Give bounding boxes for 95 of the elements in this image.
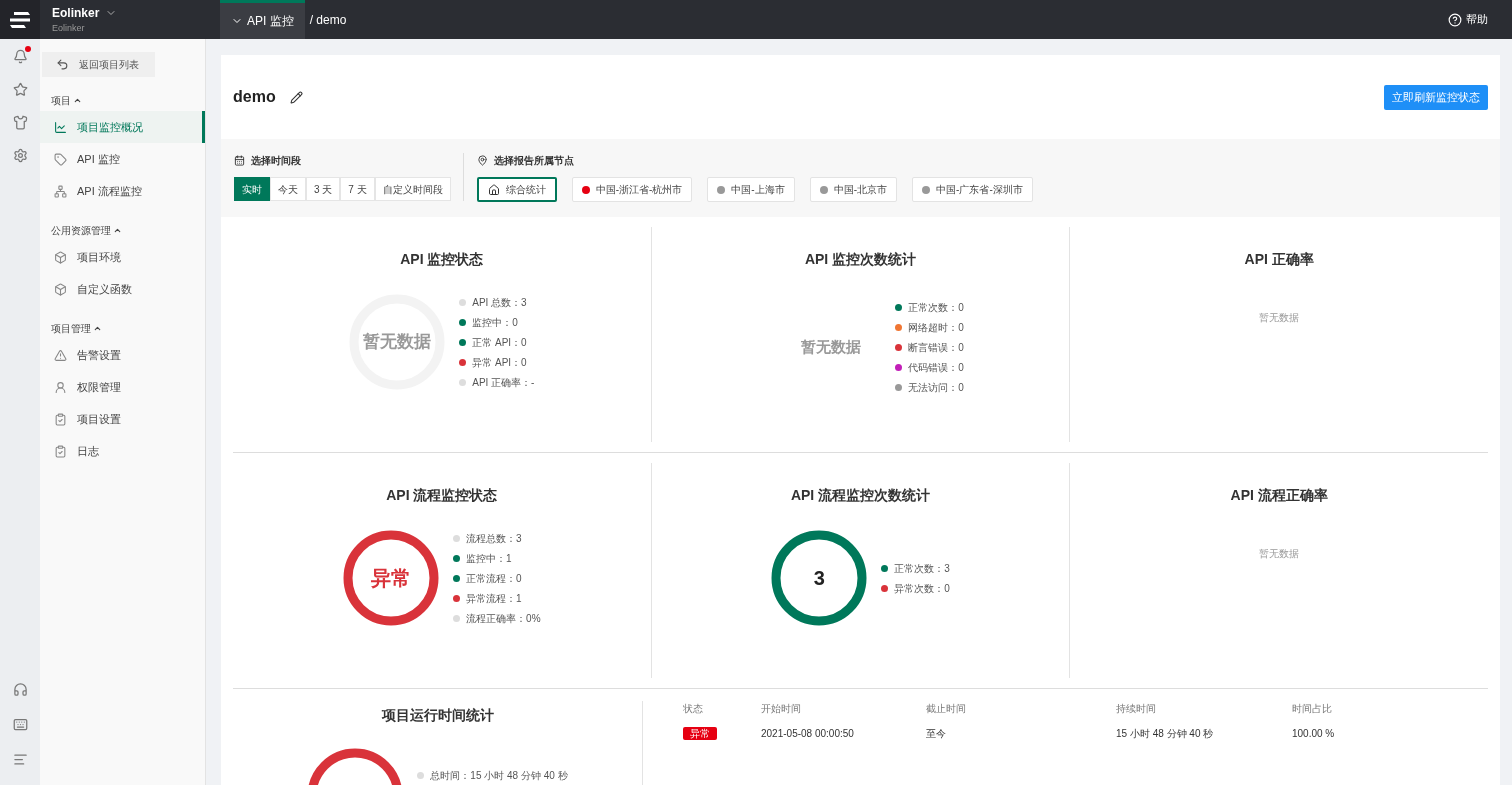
legend-label: 正常次数：0 (908, 301, 964, 315)
legend-label: 正常次数：3 (894, 561, 950, 576)
legend-label: 监控中：0 (472, 315, 518, 330)
sidebar-item[interactable]: 项目设置 (40, 403, 205, 435)
user-icon (54, 380, 67, 394)
panel-title: 项目运行时间统计 (381, 706, 494, 725)
legend-label: API 总数：3 (472, 295, 527, 310)
cube-icon (54, 250, 67, 264)
undo-icon (56, 58, 69, 71)
keyboard-icon[interactable] (12, 717, 28, 732)
clipboard-icon (54, 412, 67, 426)
time-range-tab[interactable]: 7 天 (340, 177, 375, 201)
panel-title: API 流程监控次数统计 (790, 486, 931, 505)
logo-icon (8, 10, 32, 29)
panel-title: API 监控次数统计 (804, 250, 917, 269)
column-header: 持续时间 (1116, 702, 1157, 716)
column-header: 时间占比 (1292, 702, 1333, 716)
panel-title: API 流程正确率 (1230, 486, 1328, 505)
cube-icon (54, 282, 67, 296)
sidebar-item[interactable]: 项目监控概况 (40, 111, 205, 143)
time-range-tab[interactable]: 今天 (270, 177, 306, 201)
sidebar-item[interactable]: API 监控 (40, 143, 205, 175)
sidebar-item[interactable]: 权限管理 (40, 371, 205, 403)
ring-center-text: 异常 (371, 566, 412, 591)
back-button[interactable]: 返回项目列表 (42, 52, 155, 77)
menu-icon[interactable] (12, 752, 28, 767)
no-data-text: 暂无数据 (801, 337, 862, 358)
node-chip[interactable]: 中国-上海市 (707, 177, 795, 202)
location-icon (476, 155, 488, 166)
legend-label: 总时间：15 小时 48 分钟 40 秒 (430, 769, 568, 783)
warning-icon (54, 348, 67, 362)
panel-title: API 流程监控状态 (386, 486, 498, 505)
headphones-icon[interactable] (12, 682, 28, 697)
help-icon[interactable] (1448, 12, 1462, 27)
legend-label: 监控中：1 (466, 551, 512, 566)
filter-label: 选择时间段 (251, 154, 301, 168)
breadcrumb-path: / demo (309, 11, 347, 29)
legend-label: 流程总数：3 (466, 531, 522, 546)
calendar-icon (234, 155, 245, 166)
legend-label: 正常流程：0 (466, 571, 522, 586)
status-badge: 异常 (683, 726, 717, 740)
table-cell-text: 至今 (926, 726, 947, 741)
legend-label: 无法访问：0 (908, 381, 964, 395)
table-cell-text: 15 小时 48 分钟 40 秒 (1116, 726, 1215, 741)
legend-label: 网络超时：0 (908, 321, 964, 335)
legend-label: 断言错误：0 (908, 341, 964, 355)
sidebar-item[interactable]: API 流程监控 (40, 175, 205, 207)
section-header[interactable]: 公用资源管理 (40, 219, 205, 241)
home-icon (487, 183, 500, 196)
column-header: 开始时间 (761, 702, 802, 716)
legend-label: 异常 API：0 (472, 355, 527, 370)
column-header: 截止时间 (926, 702, 967, 716)
section-header[interactable]: 项目管理 (40, 317, 205, 339)
section-header[interactable]: 项目 (40, 89, 205, 111)
time-range-tab[interactable]: 3 天 (306, 177, 341, 201)
sidebar-item[interactable]: 日志 (40, 435, 205, 467)
legend-label: 流程正确率：0% (466, 611, 541, 626)
star-icon[interactable] (12, 82, 28, 97)
no-data-text: 暂无数据 (1259, 311, 1300, 325)
brand-subtitle: Eolinker (52, 21, 86, 35)
table-cell-text: 2021-05-08 00:00:50 (761, 726, 855, 741)
filter-label: 选择报告所属节点 (493, 154, 574, 168)
column-header: 状态 (683, 702, 704, 716)
legend-label: 代码错误：0 (908, 361, 964, 375)
brand-name: Eolinker (52, 4, 100, 22)
panel-title: API 监控状态 (400, 250, 484, 269)
breadcrumb-tab[interactable]: API 监控 (220, 0, 305, 39)
sidebar-item[interactable]: 自定义函数 (40, 273, 205, 305)
legend-label: API 正确率：- (472, 375, 535, 390)
settings-icon[interactable] (12, 148, 28, 163)
no-data-text: 暂无数据 (1259, 547, 1300, 561)
help-link[interactable]: 帮助 (1466, 11, 1488, 28)
clipboard-icon (54, 444, 67, 458)
sidebar-item[interactable]: 告警设置 (40, 339, 205, 371)
time-range-tab[interactable]: 实时 (234, 177, 270, 201)
bell-icon[interactable] (12, 49, 28, 64)
node-chip[interactable]: 中国-广东省-深圳市 (912, 177, 1033, 202)
ring-center-text: 暂无数据 (363, 331, 432, 354)
ring-center-text: 3 (813, 566, 825, 591)
node-chip[interactable]: 综合统计 (476, 177, 557, 202)
sidebar-item[interactable]: 项目环境 (40, 241, 205, 273)
legend-label: 正常 API：0 (472, 335, 527, 350)
tag-icon (54, 152, 67, 166)
table-cell-text: 100.00 % (1292, 726, 1336, 741)
legend-label: 异常次数：0 (894, 581, 950, 596)
chart-icon (54, 120, 67, 134)
hierarchy-icon (54, 184, 67, 198)
node-chip[interactable]: 中国-浙江省-杭州市 (571, 177, 693, 202)
project-title: demo (233, 87, 276, 107)
time-range-tab[interactable]: 自定义时间段 (374, 177, 451, 201)
legend-label: 异常流程：1 (466, 591, 522, 606)
edit-icon[interactable] (289, 90, 303, 104)
panel-title: API 正确率 (1244, 250, 1314, 269)
shirt-icon[interactable] (12, 115, 28, 130)
node-chip[interactable]: 中国-北京市 (809, 177, 898, 202)
